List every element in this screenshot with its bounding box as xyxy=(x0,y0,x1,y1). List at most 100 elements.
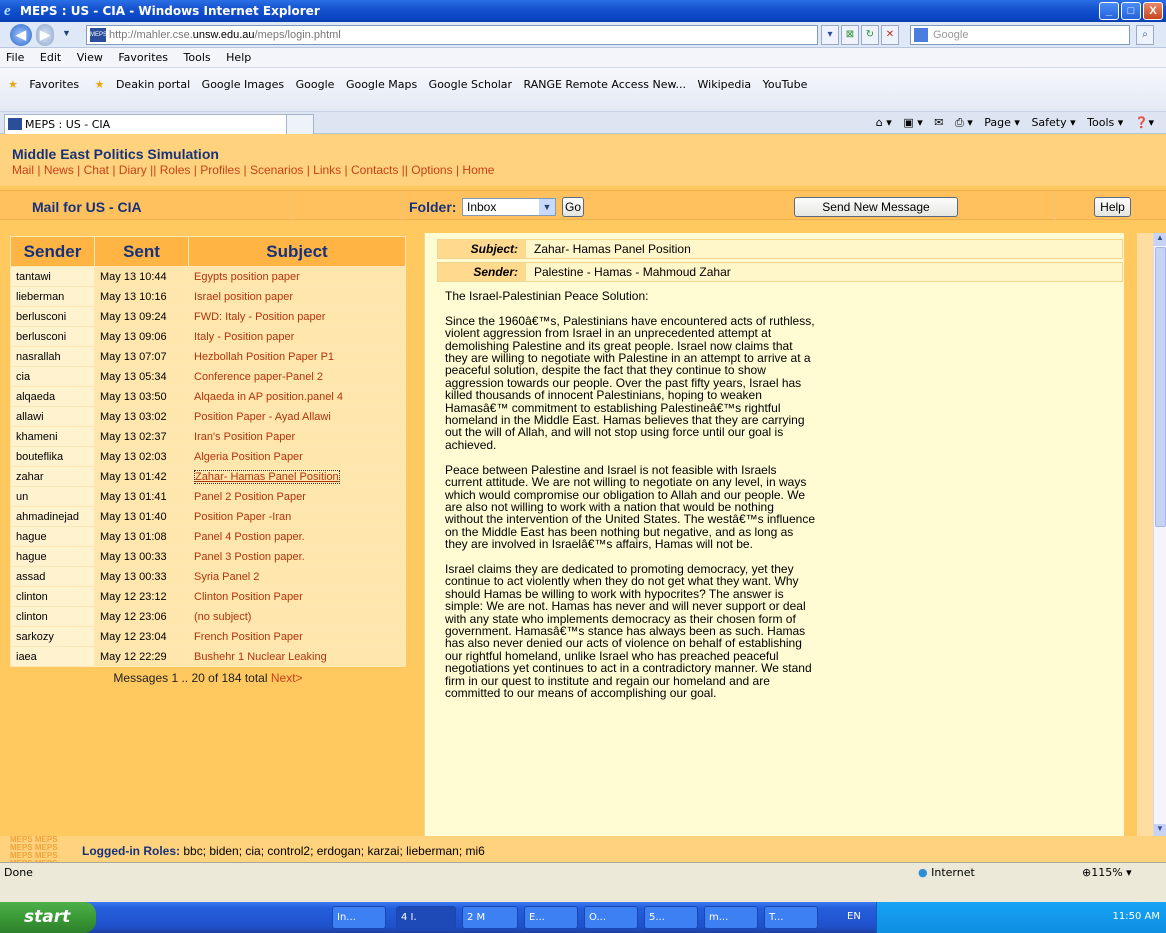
feeds-icon[interactable]: ▣ ▾ xyxy=(899,116,926,129)
nav-link-roles[interactable]: Roles xyxy=(160,163,191,177)
menu-help[interactable]: Help xyxy=(220,48,257,64)
fav-link-youtube[interactable]: YouTube xyxy=(759,75,812,94)
subject-column-header[interactable]: Subject xyxy=(188,236,406,267)
zoom-control[interactable]: ⊕115% ▾ xyxy=(1082,866,1132,879)
table-row[interactable]: tantawi May 13 10:44 Egypts position paper xyxy=(10,266,406,287)
fav-link-google-images[interactable]: Google Images xyxy=(198,75,288,94)
fav-link-google[interactable]: Google xyxy=(292,75,339,94)
subject-cell[interactable]: Alqaeda in AP position.panel 4 xyxy=(188,386,406,407)
nav-link-diary[interactable]: Diary xyxy=(119,163,147,177)
url-input[interactable]: MEPS http://mahler.cse.unsw.edu.au/meps/… xyxy=(86,25,818,45)
nav-link-home[interactable]: Home xyxy=(462,163,494,177)
subject-link[interactable]: Hezbollah Position Paper P1 xyxy=(194,351,334,363)
new-tab-button[interactable] xyxy=(286,114,314,134)
nav-link-links[interactable]: Links xyxy=(313,163,341,177)
menu-edit[interactable]: Edit xyxy=(34,48,67,64)
subject-cell[interactable]: FWD: Italy - Position paper xyxy=(188,306,406,327)
table-row[interactable]: hague May 13 01:08 Panel 4 Postion paper. xyxy=(10,526,406,547)
subject-cell[interactable]: Hezbollah Position Paper P1 xyxy=(188,346,406,367)
go-button[interactable]: Go xyxy=(562,197,584,217)
favorites-button[interactable]: ★ Favorites xyxy=(0,72,87,97)
subject-cell[interactable]: Iran's Position Paper xyxy=(188,426,406,447)
subject-cell[interactable]: Algeria Position Paper xyxy=(188,446,406,467)
subject-link[interactable]: Panel 2 Position Paper xyxy=(194,491,306,503)
close-button[interactable]: X xyxy=(1143,2,1163,20)
subject-link[interactable]: Clinton Position Paper xyxy=(194,591,303,603)
table-row[interactable]: sarkozy May 12 23:04 French Position Paper xyxy=(10,626,406,647)
subject-cell[interactable]: Egypts position paper xyxy=(188,266,406,287)
subject-link[interactable]: Egypts position paper xyxy=(194,271,300,283)
forward-icon[interactable]: ▶ xyxy=(36,24,54,46)
nav-link-scenarios[interactable]: Scenarios xyxy=(250,163,303,177)
folder-select[interactable]: Inbox ▼ xyxy=(462,198,556,216)
subject-link[interactable]: Position Paper - Ayad Allawi xyxy=(194,411,331,423)
table-row[interactable]: un May 13 01:41 Panel 2 Position Paper xyxy=(10,486,406,507)
taskbar-item[interactable]: In... xyxy=(332,906,386,929)
mail-icon[interactable]: ✉ xyxy=(930,116,947,129)
sender-column-header[interactable]: Sender xyxy=(10,236,95,267)
next-page-link[interactable]: Next> xyxy=(271,671,303,685)
table-row[interactable]: zahar May 13 01:42 Zahar- Hamas Panel Posi… xyxy=(10,466,406,487)
start-button[interactable]: start xyxy=(0,902,96,933)
subject-link[interactable]: Syria Panel 2 xyxy=(194,571,259,583)
stop-icon[interactable]: ✕ xyxy=(881,25,899,45)
taskbar-item[interactable]: m... xyxy=(704,906,758,929)
nav-link-options[interactable]: Options xyxy=(411,163,452,177)
menu-favorites[interactable]: Favorites xyxy=(112,48,174,64)
page-menu[interactable]: Page ▾ xyxy=(980,116,1024,129)
language-indicator[interactable]: EN xyxy=(847,911,861,922)
table-row[interactable]: clinton May 12 23:06 (no subject) xyxy=(10,606,406,627)
subject-cell[interactable]: Bushehr 1 Nuclear Leaking xyxy=(188,646,406,667)
table-row[interactable]: clinton May 12 23:12 Clinton Position Pape… xyxy=(10,586,406,607)
tools-menu[interactable]: Tools ▾ xyxy=(1083,116,1127,129)
subject-cell[interactable]: French Position Paper xyxy=(188,626,406,647)
subject-link[interactable]: Position Paper -Iran xyxy=(194,511,291,523)
table-row[interactable]: berlusconi May 13 09:24 FWD: Italy - Posit… xyxy=(10,306,406,327)
subject-link[interactable]: Israel position paper xyxy=(194,291,293,303)
table-row[interactable]: khameni May 13 02:37 Iran's Position Paper xyxy=(10,426,406,447)
subject-cell[interactable]: Position Paper - Ayad Allawi xyxy=(188,406,406,427)
subject-cell[interactable]: Panel 4 Postion paper. xyxy=(188,526,406,547)
search-input[interactable]: Google xyxy=(910,25,1130,45)
taskbar-item[interactable]: 2 M xyxy=(462,906,518,929)
subject-cell[interactable]: Position Paper -Iran xyxy=(188,506,406,527)
menu-tools[interactable]: Tools xyxy=(178,48,217,64)
recent-pages-dropdown-icon[interactable]: ▼ xyxy=(62,28,71,38)
sent-column-header[interactable]: Sent xyxy=(94,236,189,267)
subject-link[interactable]: Panel 3 Postion paper. xyxy=(194,551,305,563)
subject-link[interactable]: Algeria Position Paper xyxy=(194,451,303,463)
subject-link[interactable]: Bushehr 1 Nuclear Leaking xyxy=(194,651,327,663)
nav-link-mail[interactable]: Mail xyxy=(12,163,34,177)
address-dropdown-icon[interactable]: ▾ xyxy=(821,25,839,45)
print-icon[interactable]: ⎙ ▾ xyxy=(951,116,977,130)
subject-link[interactable]: (no subject) xyxy=(194,611,251,623)
reading-pane-scrollbar[interactable]: ▲ ▼ xyxy=(1153,233,1166,837)
safety-menu[interactable]: Safety ▾ xyxy=(1027,116,1079,129)
subject-cell[interactable]: Italy - Position paper xyxy=(188,326,406,347)
home-icon[interactable]: ⌂ ▾ xyxy=(872,116,896,129)
search-icon[interactable]: ⌕ xyxy=(1136,25,1154,45)
subject-cell[interactable]: Panel 3 Postion paper. xyxy=(188,546,406,567)
taskbar-item[interactable]: T... xyxy=(764,906,818,929)
taskbar-item[interactable]: 4 I. xyxy=(396,906,456,929)
table-row[interactable]: bouteflika May 13 02:03 Algeria Position P… xyxy=(10,446,406,467)
fav-link-google-maps[interactable]: Google Maps xyxy=(342,75,421,94)
nav-link-contacts[interactable]: Contacts xyxy=(351,163,398,177)
subject-cell[interactable]: Panel 2 Position Paper xyxy=(188,486,406,507)
subject-link[interactable]: Zahar- Hamas Panel Position xyxy=(194,469,340,484)
subject-link[interactable]: Panel 4 Postion paper. xyxy=(194,531,305,543)
subject-link[interactable]: Italy - Position paper xyxy=(194,331,294,343)
subject-cell[interactable]: Syria Panel 2 xyxy=(188,566,406,587)
table-row[interactable]: allawi May 13 03:02 Position Paper - Ayad … xyxy=(10,406,406,427)
nav-link-news[interactable]: News xyxy=(44,163,74,177)
help-button[interactable]: Help xyxy=(1094,197,1131,217)
nav-link-chat[interactable]: Chat xyxy=(84,163,109,177)
table-row[interactable]: assad May 13 00:33 Syria Panel 2 xyxy=(10,566,406,587)
subject-link[interactable]: French Position Paper xyxy=(194,631,303,643)
table-row[interactable]: hague May 13 00:33 Panel 3 Postion paper. xyxy=(10,546,406,567)
fav-link-deakin[interactable]: Deakin portal xyxy=(112,75,194,94)
taskbar-item[interactable]: O... xyxy=(584,906,638,929)
scroll-up-icon[interactable]: ▲ xyxy=(1154,233,1166,246)
maximize-button[interactable]: □ xyxy=(1121,2,1141,20)
table-row[interactable]: nasrallah May 13 07:07 Hezbollah Position … xyxy=(10,346,406,367)
